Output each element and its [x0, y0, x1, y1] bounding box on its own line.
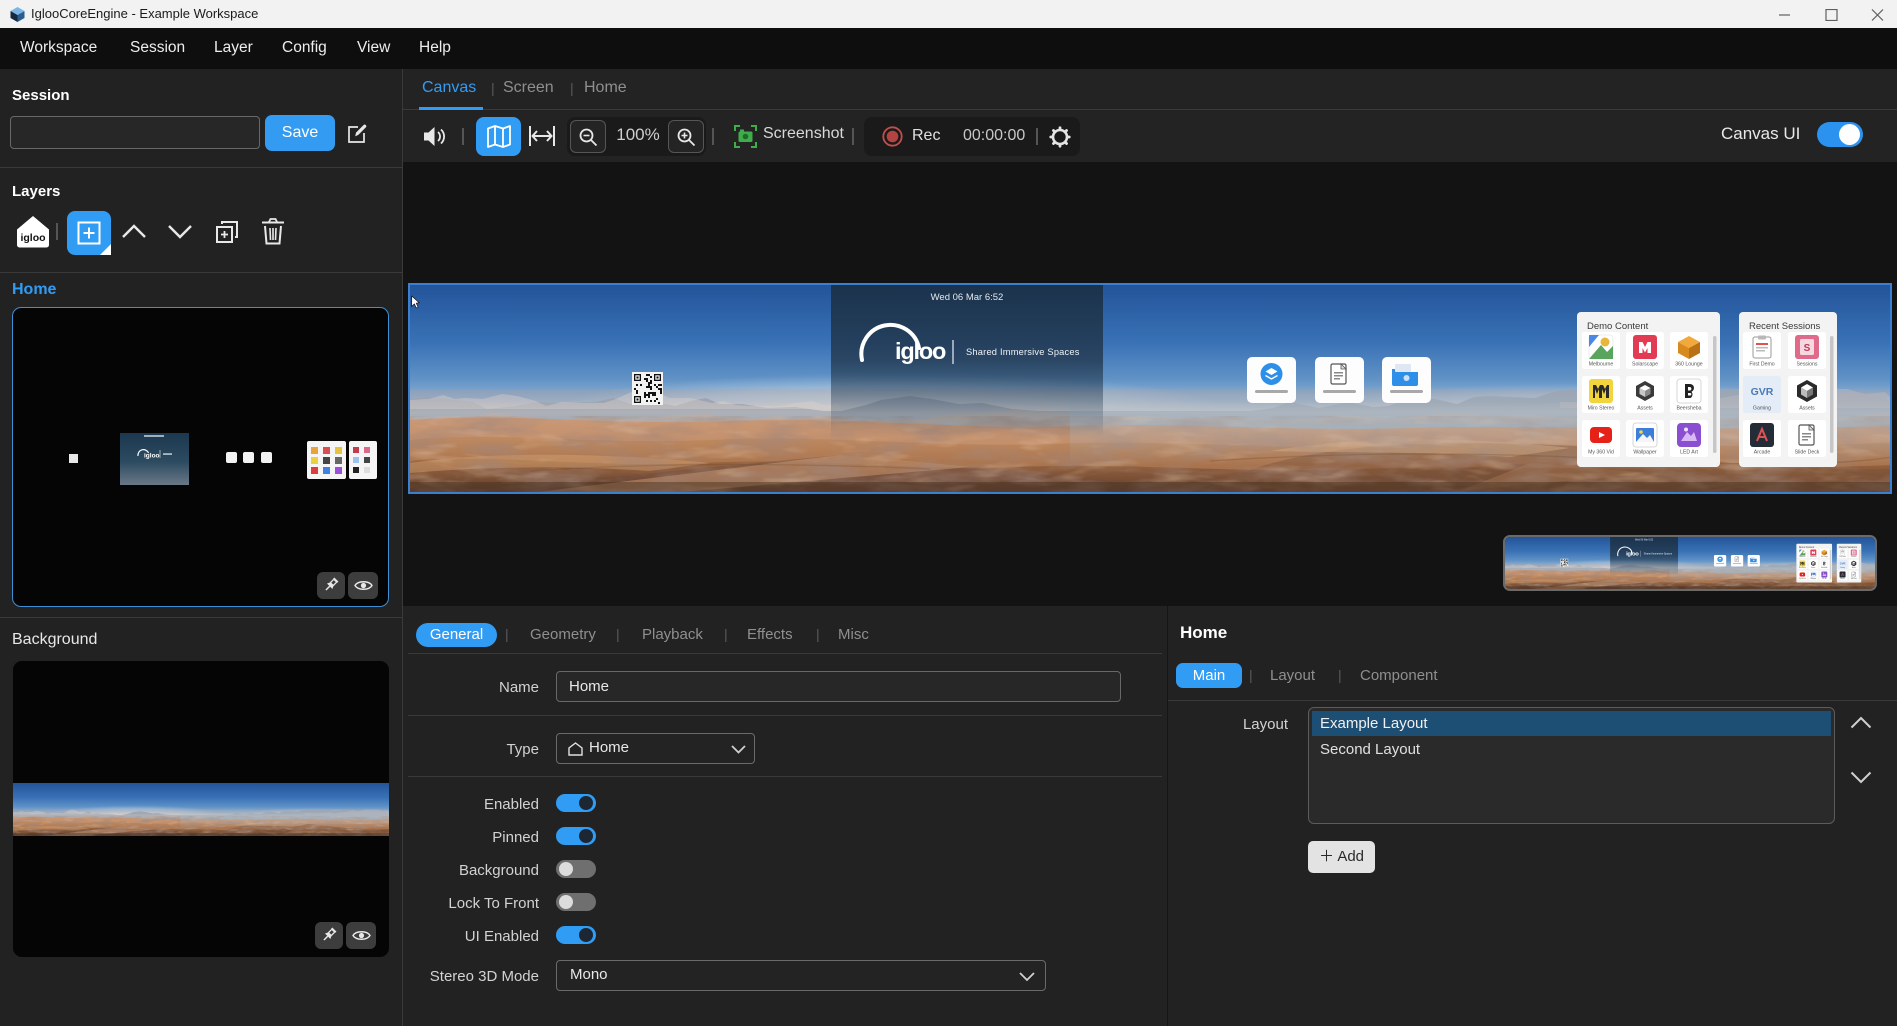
- svg-text:Melbourne: Melbourne: [1589, 362, 1614, 368]
- svg-text:LED Art: LED Art: [1680, 450, 1698, 456]
- svg-text:Shared Immersive Spaces: Shared Immersive Spaces: [966, 347, 1080, 357]
- svg-text:GVR: GVR: [1751, 386, 1774, 398]
- svg-text:Gaming: Gaming: [1753, 406, 1771, 412]
- svg-text:S: S: [1804, 343, 1811, 354]
- svg-text:Recent Sessions: Recent Sessions: [1749, 321, 1821, 332]
- svg-text:Assets: Assets: [1637, 406, 1653, 412]
- svg-text:Wed 06 Mar 6:52: Wed 06 Mar 6:52: [931, 292, 1004, 303]
- svg-text:Wallpaper: Wallpaper: [1633, 450, 1656, 456]
- svg-text:Arcade: Arcade: [1754, 450, 1771, 456]
- svg-text:Miro Stereo: Miro Stereo: [1588, 406, 1615, 412]
- svg-text:Beersheba: Beersheba: [1676, 406, 1701, 412]
- svg-text:First Demo: First Demo: [1749, 362, 1774, 368]
- svg-text:360 Lounge: 360 Lounge: [1675, 362, 1703, 368]
- svg-text:Assets: Assets: [1799, 406, 1815, 412]
- svg-text:Sessions: Sessions: [1796, 362, 1817, 368]
- svg-text:igloo: igloo: [895, 338, 946, 364]
- svg-text:Slide Deck: Slide Deck: [1795, 450, 1820, 456]
- svg-text:Demo Content: Demo Content: [1587, 321, 1649, 332]
- svg-text:igloo: igloo: [144, 453, 160, 460]
- svg-text:igloo: igloo: [20, 232, 45, 244]
- svg-text:My 360 Vid: My 360 Vid: [1588, 450, 1614, 456]
- svg-text:Solarscape: Solarscape: [1632, 362, 1658, 368]
